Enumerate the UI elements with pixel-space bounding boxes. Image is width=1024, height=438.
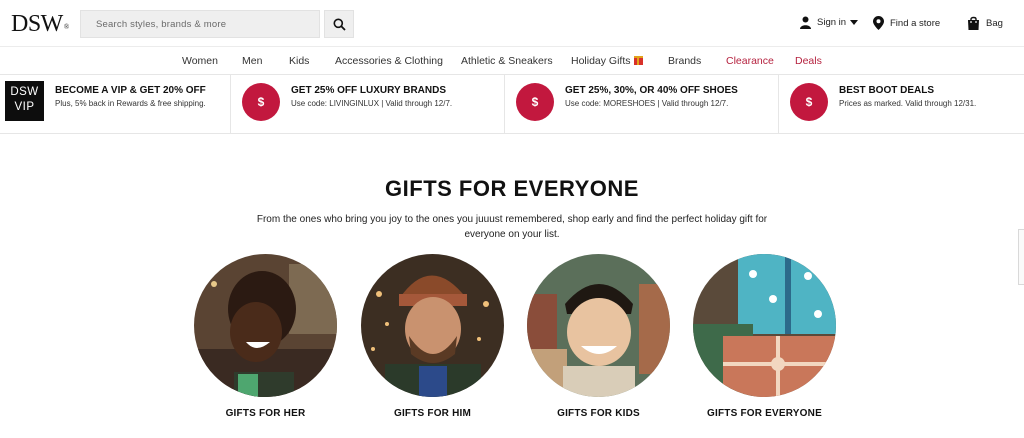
nav-women[interactable]: Women xyxy=(182,55,218,67)
category-gifts-for-everyone[interactable]: GIFTS FOR EVERYONE xyxy=(693,254,837,419)
promo-title: GET 25%, 30%, OR 40% OFF SHOES xyxy=(565,85,738,96)
promo-luxury[interactable]: $ GET 25% OFF LUXURY BRANDS Use code: LI… xyxy=(230,75,504,133)
gifts-for-everyone-image[interactable] xyxy=(693,254,836,397)
promo-subtitle: Use code: MORESHOES | Valid through 12/7… xyxy=(565,99,729,108)
promo-strip: DSW VIP BECOME A VIP & GET 20% OFF Plus,… xyxy=(0,74,1024,134)
dollar-icon: $ xyxy=(516,83,554,121)
dsw-logo[interactable]: DSW® xyxy=(11,11,69,38)
search-box xyxy=(80,10,320,38)
gifts-for-kids-label[interactable]: GIFTS FOR KIDS xyxy=(527,408,670,419)
nav-brands[interactable]: Brands xyxy=(668,55,701,67)
bag-link[interactable]: Bag xyxy=(967,16,1003,30)
logo-text: DSW xyxy=(11,11,63,37)
promo-vip[interactable]: DSW VIP BECOME A VIP & GET 20% OFF Plus,… xyxy=(0,75,230,133)
search-button[interactable] xyxy=(324,10,354,38)
gifts-for-him-image[interactable] xyxy=(361,254,504,397)
promo-title: BEST BOOT DEALS xyxy=(839,85,935,96)
dollar-icon: $ xyxy=(242,83,280,121)
nav-athletic-sneakers[interactable]: Athletic & Sneakers xyxy=(461,55,553,67)
side-feedback-tab[interactable] xyxy=(1018,229,1024,285)
nav-men[interactable]: Men xyxy=(242,55,262,67)
bag-label: Bag xyxy=(986,17,1003,29)
shopping-bag-icon xyxy=(968,16,979,30)
gifts-for-everyone-label[interactable]: GIFTS FOR EVERYONE xyxy=(693,408,836,419)
user-icon xyxy=(800,16,811,29)
gifts-for-him-label[interactable]: GIFTS FOR HIM xyxy=(361,408,504,419)
category-gifts-for-kids[interactable]: GIFTS FOR KIDS xyxy=(527,254,671,419)
location-pin-icon xyxy=(873,16,884,30)
sign-in-label: Sign in xyxy=(817,17,847,28)
vip-badge-bottom: VIP xyxy=(14,101,35,113)
gifts-for-kids-image[interactable] xyxy=(527,254,670,397)
nav-deals[interactable]: Deals xyxy=(795,55,822,67)
find-store-label: Find a store xyxy=(890,17,941,29)
site-header: DSW® Sign in Find a store Bag xyxy=(0,0,1024,46)
promo-boots[interactable]: $ BEST BOOT DEALS Prices as marked. Vali… xyxy=(778,75,1024,133)
main-nav: Women Men Kids Accessories & Clothing At… xyxy=(0,46,1024,74)
search-icon xyxy=(333,18,346,31)
gift-icon xyxy=(633,56,643,65)
promo-title: BECOME A VIP & GET 20% OFF xyxy=(55,85,206,96)
caret-down-icon xyxy=(850,20,859,25)
nav-holiday-gifts-label: Holiday Gifts xyxy=(571,55,631,67)
vip-badge-top: DSW xyxy=(10,86,39,98)
gifts-for-her-image[interactable] xyxy=(194,254,337,397)
dollar-icon: $ xyxy=(790,83,828,121)
search-input[interactable] xyxy=(81,11,319,37)
find-store-link[interactable]: Find a store xyxy=(873,16,940,30)
nav-clearance[interactable]: Clearance xyxy=(726,55,774,67)
page-title: GIFTS FOR EVERYONE xyxy=(385,176,639,201)
promo-subtitle: Use code: LIVINGINLUX | Valid through 12… xyxy=(291,99,453,108)
promo-title: GET 25% OFF LUXURY BRANDS xyxy=(291,85,447,96)
nav-kids[interactable]: Kids xyxy=(289,55,309,67)
promo-shoes[interactable]: $ GET 25%, 30%, OR 40% OFF SHOES Use cod… xyxy=(504,75,778,133)
logo-registered-mark: ® xyxy=(63,23,69,31)
sign-in-menu[interactable]: Sign in xyxy=(800,16,859,29)
category-gifts-for-him[interactable]: GIFTS FOR HIM xyxy=(361,254,505,419)
dsw-vip-badge: DSW VIP xyxy=(5,81,44,121)
category-gifts-for-her[interactable]: GIFTS FOR HER xyxy=(194,254,338,419)
promo-subtitle: Plus, 5% back in Rewards & free shipping… xyxy=(55,99,206,108)
hero-description: From the ones who bring you joy to the o… xyxy=(256,214,768,240)
promo-subtitle: Prices as marked. Valid through 12/31. xyxy=(839,99,977,108)
gifts-for-her-label[interactable]: GIFTS FOR HER xyxy=(194,408,337,419)
nav-holiday-gifts[interactable]: Holiday Gifts xyxy=(571,55,643,67)
nav-accessories-clothing[interactable]: Accessories & Clothing xyxy=(335,55,443,67)
